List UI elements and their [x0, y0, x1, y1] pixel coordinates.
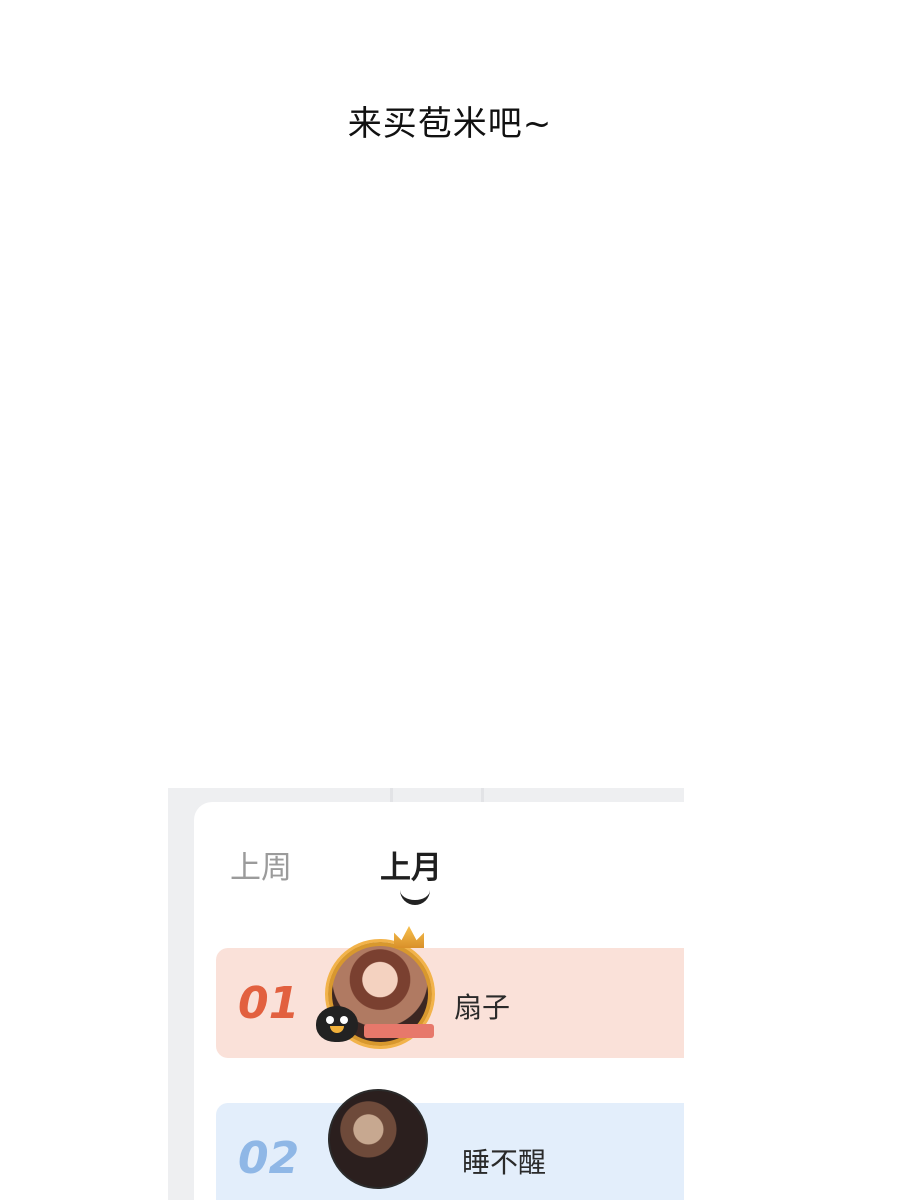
active-tab-indicator	[400, 884, 430, 905]
crown-icon	[394, 926, 424, 948]
user-name: 睡不醒	[462, 1146, 547, 1179]
ranking-card: 上周 上月 01 扇子 02 睡不醒	[194, 802, 684, 1200]
rank-number: 01	[238, 978, 300, 1029]
ranking-row-1[interactable]: 01 扇子	[216, 926, 684, 1058]
avatar[interactable]	[328, 1089, 428, 1189]
ribbon-badge-icon	[364, 1024, 434, 1038]
caption-text: 来买苞米吧~	[347, 104, 553, 144]
rank-number: 02	[238, 1133, 300, 1184]
ranking-row-2[interactable]: 02 睡不醒	[216, 1089, 684, 1200]
user-name: 扇子	[454, 991, 511, 1024]
tab-last-week[interactable]: 上周	[230, 842, 292, 887]
penguin-mascot-icon	[316, 1006, 358, 1042]
panel-decoration	[390, 788, 484, 802]
ranking-panel: 上周 上月 01 扇子 02 睡不醒	[168, 788, 684, 1200]
tab-last-month[interactable]: 上月	[380, 842, 442, 887]
